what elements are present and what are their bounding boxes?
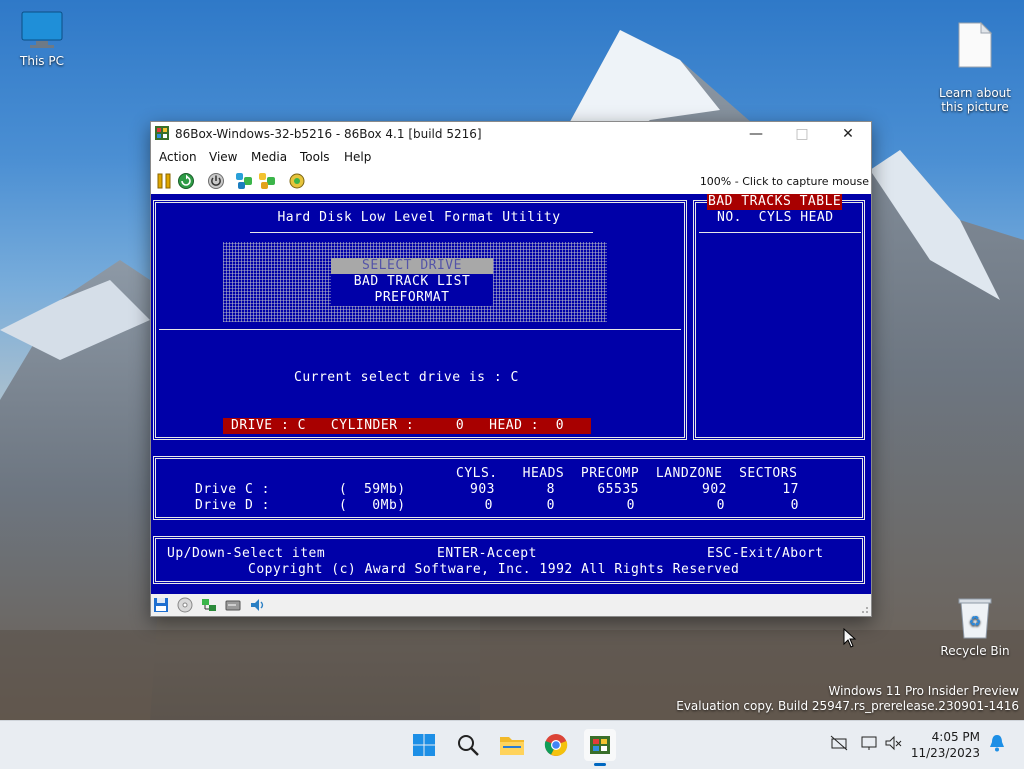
start-icon: [413, 734, 435, 756]
learn-picture-label: Learn about this picture: [939, 86, 1011, 114]
recycle-bin-icon: ♻: [958, 598, 992, 639]
start-button[interactable]: [408, 729, 440, 761]
drive-d-precomp: 0: [626, 498, 635, 513]
drive-d-heads: 0: [546, 498, 555, 513]
bad-tracks-divider: [699, 232, 861, 233]
search-button[interactable]: [452, 729, 484, 761]
drive-d-landzone: 0: [716, 498, 725, 513]
drive-d-cyls: 0: [484, 498, 493, 513]
bad-tracks-header: NO. CYLS HEAD: [717, 210, 834, 225]
menu-bar: Action View Media Tools Help: [151, 146, 871, 168]
windows-watermark: Windows 11 Pro Insider Preview Evaluatio…: [676, 684, 1019, 714]
menu-item-preformat[interactable]: PREFORMAT: [331, 290, 493, 306]
system-clock[interactable]: 4:05 PM 11/23/2023: [911, 729, 980, 761]
utility-title: Hard Disk Low Level Format Utility: [277, 210, 561, 225]
search-icon: [458, 735, 479, 756]
drive-c-cyls: 903: [470, 482, 495, 497]
86box-window[interactable]: 86Box-Windows-32-b5216 - 86Box 4.1 [buil…: [150, 121, 872, 617]
86box-app-icon: [155, 126, 169, 140]
mouse-cursor-icon: [843, 628, 857, 648]
drive-status-text: DRIVE : C CYLINDER : 0 HEAD : 0: [231, 418, 565, 433]
copyright-text: Copyright (c) Award Software, Inc. 1992 …: [248, 562, 740, 577]
menu-action[interactable]: Action: [159, 150, 197, 164]
watermark-line-1: Windows 11 Pro Insider Preview: [828, 684, 1019, 698]
recycle-bin-shortcut[interactable]: ♻ Recycle Bin: [933, 596, 1017, 658]
drive-status-bar: DRIVE : C CYLINDER : 0 HEAD : 0: [223, 418, 591, 434]
ctrl-alt-del-icon[interactable]: [235, 172, 253, 190]
drive-c-precomp: 65535: [597, 482, 639, 497]
main-divider: [159, 329, 681, 330]
close-icon: ✕: [842, 126, 854, 142]
watermark-line-2: Evaluation copy. Build 25947.rs_prerelea…: [676, 699, 1019, 713]
help-accept: ENTER-Accept: [437, 546, 537, 561]
capture-mouse-hint[interactable]: 100% - Click to capture mouse: [700, 175, 869, 188]
drive-c-heads: 8: [546, 482, 555, 497]
drive-c-landzone: 902: [702, 482, 727, 497]
svg-text:♻: ♻: [969, 614, 982, 630]
cdrom-icon[interactable]: [177, 597, 193, 613]
sound-icon[interactable]: [249, 597, 265, 613]
monitor-icon: [21, 11, 63, 48]
display-icon[interactable]: [860, 735, 878, 755]
drive-d-label: Drive D :: [195, 498, 270, 513]
maximize-icon: □: [795, 126, 809, 142]
maximize-button[interactable]: □: [779, 122, 825, 146]
bad-tracks-box: [693, 200, 865, 440]
menu-view[interactable]: View: [209, 150, 237, 164]
title-underline: [250, 232, 593, 233]
power-icon[interactable]: [207, 172, 225, 190]
drive-c-size: ( 59Mb): [339, 482, 406, 497]
main-menu: SELECT DRIVE BAD TRACK LIST PREFORMAT: [331, 258, 493, 306]
bell-icon: [990, 735, 1004, 752]
toolbar: 100% - Click to capture mouse: [151, 168, 871, 194]
menu-item-bad-track-list[interactable]: BAD TRACK LIST: [331, 274, 493, 290]
floppy-icon[interactable]: [153, 597, 169, 613]
help-select: Up/Down-Select item: [167, 546, 326, 561]
volume-muted-icon[interactable]: [884, 735, 902, 755]
taskbar: 4:05 PM 11/23/2023: [0, 720, 1024, 769]
pause-icon[interactable]: [155, 172, 173, 190]
settings-icon[interactable]: [288, 172, 306, 190]
chrome-icon: [544, 734, 568, 756]
title-bar[interactable]: 86Box-Windows-32-b5216 - 86Box 4.1 [buil…: [151, 122, 871, 146]
close-button[interactable]: ✕: [825, 122, 871, 146]
86box-icon: [590, 736, 610, 754]
emulated-dos-screen[interactable]: Hard Disk Low Level Format Utility SELEC…: [151, 194, 871, 594]
learn-picture-shortcut[interactable]: Learn about this picture: [933, 8, 1017, 114]
current-drive-text: Current select drive is : C: [294, 370, 519, 385]
drive-d-sectors: 0: [790, 498, 799, 513]
recycle-bin-label: Recycle Bin: [940, 644, 1010, 658]
ctrl-alt-esc-icon[interactable]: [258, 172, 276, 190]
minimize-button[interactable]: —: [733, 122, 779, 146]
clock-date: 11/23/2023: [910, 746, 980, 760]
reset-icon[interactable]: [177, 172, 195, 190]
minimize-icon: —: [749, 126, 763, 142]
this-pc-shortcut[interactable]: This PC: [0, 10, 84, 68]
chrome-button[interactable]: [540, 729, 572, 761]
drive-d-size: ( 0Mb): [339, 498, 406, 513]
drive-c-sectors: 17: [782, 482, 799, 497]
this-pc-label: This PC: [20, 54, 64, 68]
file-explorer-button[interactable]: [496, 729, 528, 761]
resize-grip-icon[interactable]: [859, 604, 869, 614]
document-icon: [958, 22, 993, 68]
help-exit: ESC-Exit/Abort: [707, 546, 824, 561]
menu-item-select-drive[interactable]: SELECT DRIVE: [331, 258, 493, 274]
status-bar: [151, 594, 871, 616]
network-offline-icon[interactable]: [830, 735, 848, 755]
menu-media[interactable]: Media: [251, 150, 287, 164]
drive-table-header: CYLS. HEADS PRECOMP LANDZONE SECTORS: [456, 466, 798, 481]
bad-tracks-title: BAD TRACKS TABLE: [707, 194, 843, 210]
notifications-button[interactable]: [988, 733, 1006, 757]
drive-c-label: Drive C :: [195, 482, 270, 497]
file-explorer-icon: [500, 737, 524, 755]
menu-help[interactable]: Help: [344, 150, 371, 164]
network-icon[interactable]: [201, 597, 217, 613]
clock-time: 4:05 PM: [931, 730, 980, 744]
86box-taskbar-button[interactable]: [584, 729, 616, 766]
menu-tools[interactable]: Tools: [300, 150, 330, 164]
hdd-icon[interactable]: [225, 597, 241, 613]
window-title: 86Box-Windows-32-b5216 - 86Box 4.1 [buil…: [175, 127, 482, 141]
